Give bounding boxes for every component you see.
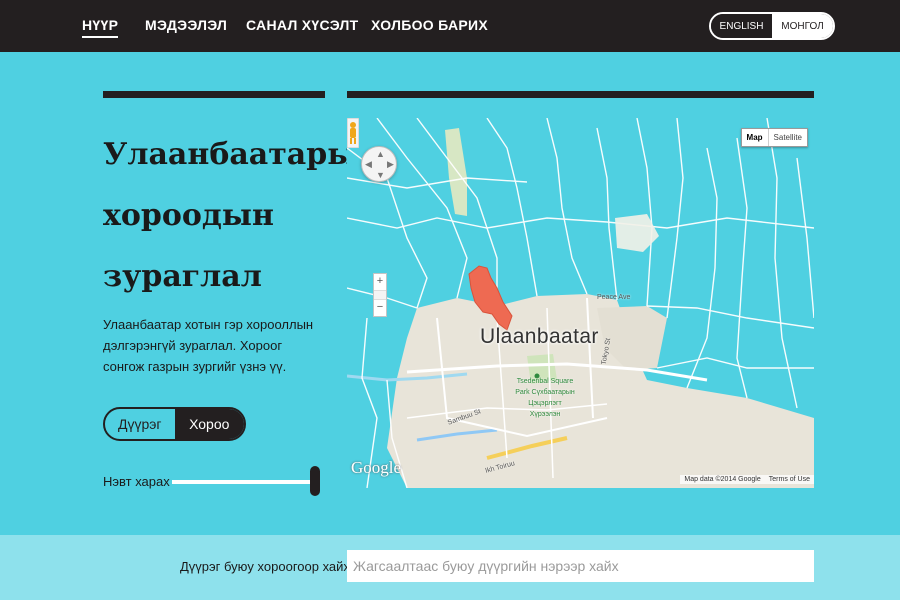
zoom-in-icon[interactable]: + <box>374 274 386 290</box>
opacity-slider-track[interactable] <box>172 480 314 484</box>
sand-patch <box>615 214 659 252</box>
pan-up-icon[interactable]: ▲ <box>376 150 385 159</box>
left-column-divider <box>103 91 325 98</box>
map-type-map-button[interactable]: Map <box>742 129 769 146</box>
nav-home[interactable]: НҮҮР <box>82 17 119 38</box>
park-label: Tsedenbal Square Park Сүхбаатарын Цэцэрл… <box>515 378 575 418</box>
pan-down-icon[interactable]: ▼ <box>376 171 385 180</box>
terms-of-use-link[interactable]: Terms of Use <box>769 476 810 483</box>
intro-description: Улаанбаатар хотын гэр хорооллын дэлгэрэн… <box>103 317 314 374</box>
khoroo-map[interactable]: Map Satellite ▲ ▼ ◀ ▶ + − Ulaanbaatar Pe… <box>347 118 814 488</box>
pan-left-icon[interactable]: ◀ <box>365 160 372 169</box>
pan-control[interactable]: ▲ ▼ ◀ ▶ <box>361 146 397 182</box>
zoom-slider[interactable] <box>374 290 386 300</box>
language-switch: ENGLISH МОНГОЛ <box>709 12 835 40</box>
map-data-credit: Map data ©2014 Google <box>684 476 761 483</box>
nav-information[interactable]: МЭДЭЭЛЭЛ <box>145 17 227 33</box>
district-khoroo-toggle: Дүүрэг Хороо <box>103 407 246 441</box>
street-label: Peace Ave <box>597 294 631 301</box>
google-logo: Google <box>351 458 402 477</box>
right-column-divider <box>347 91 814 98</box>
nav-contact[interactable]: ХОЛБОО БАРИХ <box>371 17 488 33</box>
map-canvas <box>347 118 814 488</box>
opacity-slider-handle[interactable] <box>310 466 320 496</box>
english-language-button[interactable]: ENGLISH <box>711 14 772 38</box>
nav-feedback[interactable]: САНАЛ ХҮСЭЛТ <box>246 17 358 33</box>
zoom-control: + − <box>373 273 387 317</box>
pegman-icon[interactable] <box>347 118 359 148</box>
opacity-label: Нэвт харах <box>103 474 170 489</box>
zoom-out-icon[interactable]: − <box>374 300 386 316</box>
page-title: Улаанбаатарын хороодын зураглал <box>103 137 380 294</box>
map-attribution: Map data ©2014 Google Terms of Use <box>680 475 814 484</box>
city-label: Ulaanbaatar <box>480 325 599 348</box>
khoroo-toggle-option[interactable]: Хороо <box>174 409 244 439</box>
district-search-input[interactable] <box>347 550 814 582</box>
mongolian-language-button[interactable]: МОНГОЛ <box>772 14 833 38</box>
search-label: Дүүрэг буюу хороогоор хайх: <box>180 559 354 574</box>
district-toggle-option[interactable]: Дүүрэг <box>105 409 175 439</box>
map-type-satellite-button[interactable]: Satellite <box>769 129 807 146</box>
top-navigation-bar: НҮҮР МЭДЭЭЛЭЛ САНАЛ ХҮСЭЛТ ХОЛБОО БАРИХ … <box>0 0 900 52</box>
pan-right-icon[interactable]: ▶ <box>387 160 394 169</box>
green-patch-north <box>445 128 467 216</box>
map-type-selector: Map Satellite <box>740 128 808 147</box>
